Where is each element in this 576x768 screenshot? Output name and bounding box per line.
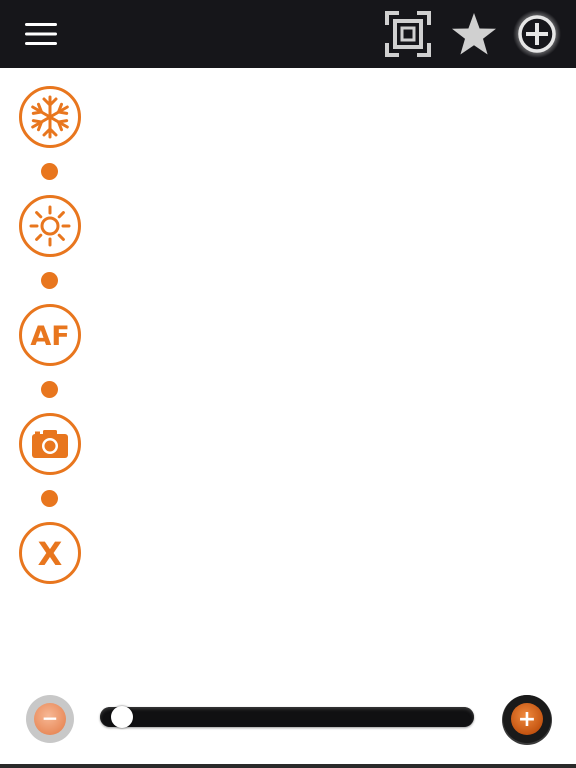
zoom-slider-track[interactable] xyxy=(100,707,474,727)
af-label: AF xyxy=(30,321,69,352)
capture-button[interactable] xyxy=(18,412,82,476)
zoom-in-label: + xyxy=(518,707,536,732)
freeze-button[interactable] xyxy=(18,85,82,149)
zoom-in-button[interactable]: + xyxy=(501,693,552,745)
add-button[interactable] xyxy=(511,8,563,60)
app-screen: AF X − + xyxy=(0,0,576,768)
x-label: X xyxy=(38,535,63,573)
focus-frame-icon xyxy=(385,11,431,57)
snowflake-icon xyxy=(19,86,81,148)
menu-button[interactable] xyxy=(18,14,64,54)
brightness-button[interactable] xyxy=(18,194,82,258)
af-icon: AF xyxy=(19,304,81,366)
autofocus-button[interactable]: AF xyxy=(18,303,82,367)
add-circle-icon xyxy=(513,10,561,58)
separator-dot xyxy=(41,163,58,180)
separator-dot xyxy=(41,272,58,289)
separator-dot xyxy=(41,381,58,398)
plus-circle-icon: + xyxy=(502,695,552,745)
close-button[interactable]: X xyxy=(18,521,82,585)
minus-circle-icon: − xyxy=(26,695,74,743)
bottom-divider xyxy=(0,764,576,768)
sun-icon xyxy=(19,195,81,257)
zoom-out-button[interactable]: − xyxy=(25,694,75,744)
focus-frame-button[interactable] xyxy=(382,8,434,60)
camera-icon xyxy=(19,413,81,475)
top-bar xyxy=(0,0,576,68)
favorite-button[interactable] xyxy=(448,8,500,60)
star-icon xyxy=(452,13,496,55)
zoom-out-label: − xyxy=(42,706,59,730)
zoom-slider-thumb[interactable] xyxy=(110,706,133,728)
menu-icon xyxy=(25,23,57,45)
separator-dot xyxy=(41,490,58,507)
x-icon: X xyxy=(19,522,81,584)
